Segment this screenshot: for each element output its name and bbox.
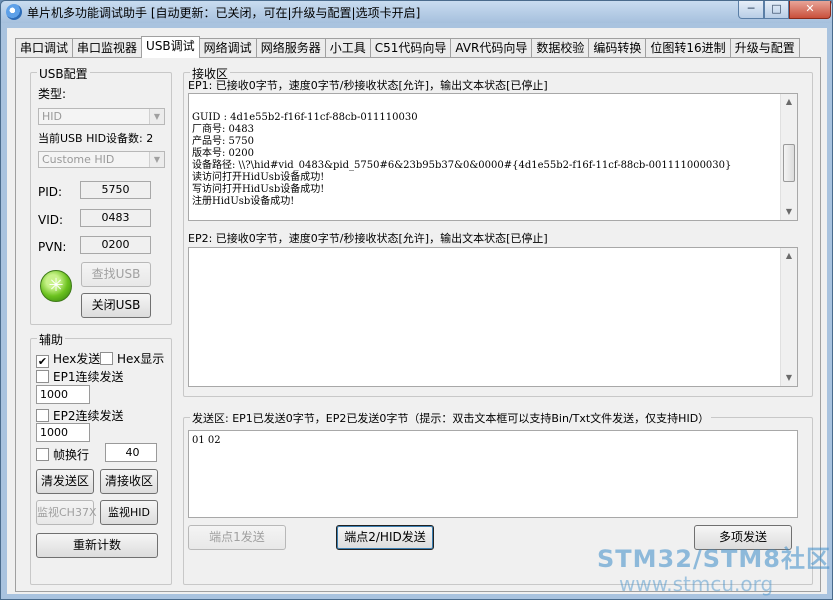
chevron-down-icon: ▼ [149, 152, 164, 167]
recount-button[interactable]: 重新计数 [36, 533, 158, 558]
pid-label: PID: [38, 185, 63, 199]
ep2-scrollbar[interactable]: ▲ ▼ [780, 248, 797, 386]
send-content: 01 02 [192, 435, 221, 446]
find-usb-button[interactable]: 查找USB [81, 262, 151, 287]
window-title: 单片机多功能调试助手 [自动更新：已关闭，可在|升级与配置|选项卡开启] [27, 6, 421, 20]
green-status-icon[interactable]: ✳ [40, 270, 72, 302]
ep1-line: 版本号: 0200 [192, 148, 254, 159]
type-select[interactable]: HID ▼ [38, 108, 165, 125]
chevron-down-icon: ▼ [149, 109, 164, 124]
tab-usb-debug[interactable]: USB调试 [141, 36, 200, 58]
app-window: 单片机多功能调试助手 [自动更新：已关闭，可在|升级与配置|选项卡开启] ─ □… [0, 0, 833, 600]
send-title: 发送区: EP1已发送0字节，EP2已发送0字节（提示：双击文本框可以支持Bin… [190, 410, 712, 426]
ep1-line: GUID : 4d1e55b2-f16f-11cf-88cb-011110030 [192, 112, 418, 123]
ep1-continuous-checkbox[interactable]: EP1连续发送 [36, 368, 123, 385]
hex-display-checkbox[interactable]: Hex显示 [100, 350, 164, 367]
ep1-continuous-label: EP1连续发送 [53, 370, 124, 384]
ep1-status: EP1: 已接收0字节，速度0字节/秒接收状态[允许]，输出文本状态[已停止] [188, 79, 548, 92]
ep1-send-button[interactable]: 端点1发送 [188, 525, 286, 550]
ep2-status: EP2: 已接收0字节，速度0字节/秒接收状态[允许]，输出文本状态[已停止] [188, 232, 548, 245]
ep1-scrollbar[interactable]: ▲ ▼ [780, 94, 797, 220]
frame-newline-label: 帧换行 [53, 448, 90, 462]
ep1-line [192, 100, 779, 112]
frame-newline-input[interactable]: 40 [105, 443, 157, 462]
watermark-url: www.stmcu.org [619, 572, 774, 596]
hex-send-label: Hex发送 [53, 352, 101, 366]
ep1-line: 厂商号: 0483 [192, 124, 254, 135]
tab-network-debug[interactable]: 网络调试 [198, 38, 257, 58]
ep1-line: 注册HidUsb设备成功! [192, 196, 295, 207]
pvn-value: 0200 [80, 236, 151, 254]
ep1-receive-text[interactable]: GUID : 4d1e55b2-f16f-11cf-88cb-011110030… [188, 93, 798, 221]
client-area: 串口调试 串口监视器 USB调试 网络调试 网络服务器 小工具 C51代码向导 … [7, 28, 827, 594]
frame-newline-checkbox[interactable]: 帧换行 [36, 446, 89, 463]
scroll-up-icon[interactable]: ▲ [781, 248, 797, 264]
app-icon [6, 4, 22, 20]
ep2-hid-send-button[interactable]: 端点2/HID发送 [336, 525, 434, 550]
tab-bitmap-hex[interactable]: 位图转16进制 [645, 38, 731, 58]
monitor-hid-button[interactable]: 监视HID [100, 500, 158, 525]
scroll-thumb[interactable] [783, 144, 795, 182]
tab-serial-debug[interactable]: 串口调试 [15, 38, 74, 58]
ep1-line: 产品号: 5750 [192, 136, 254, 147]
tab-strip: 串口调试 串口监视器 USB调试 网络调试 网络服务器 小工具 C51代码向导 … [15, 36, 800, 58]
vid-label: VID: [38, 213, 64, 227]
clear-recv-button[interactable]: 清接收区 [100, 469, 158, 494]
hex-display-label: Hex显示 [117, 352, 165, 366]
tab-avr-wizard[interactable]: AVR代码向导 [450, 38, 533, 58]
pid-value: 5750 [80, 181, 151, 199]
assist-group: 辅助 ✔ Hex发送 Hex显示 EP1连续发送 1000 EP2连续发送 100… [30, 331, 172, 585]
tab-data-check[interactable]: 数据校验 [531, 38, 590, 58]
ep1-lines: GUID : 4d1e55b2-f16f-11cf-88cb-011110030… [192, 100, 779, 208]
device-select-value: Custome HID [42, 153, 115, 166]
clear-send-button[interactable]: 清发送区 [36, 469, 94, 494]
device-select[interactable]: Custome HID ▼ [38, 151, 165, 168]
minimize-button[interactable]: ─ [738, 1, 764, 19]
receive-group: 接收区 EP1: 已接收0字节，速度0字节/秒接收状态[允许]，输出文本状态[已… [183, 65, 813, 397]
send-lines: 01 02 [192, 435, 779, 447]
ep1-line: 设备路径: \\?\hid#vid_0483&pid_5750#6&23b95b… [192, 160, 732, 171]
usb-debug-panel: USB配置 类型: HID ▼ 当前USB HID设备数: 2 Custome … [15, 57, 821, 592]
title-bar[interactable]: 单片机多功能调试助手 [自动更新：已关闭，可在|升级与配置|选项卡开启] ─ □… [1, 1, 832, 23]
watermark-title: STM32/STM8社区 [597, 545, 831, 573]
tab-small-tools[interactable]: 小工具 [324, 38, 371, 58]
ep2-interval-input[interactable]: 1000 [36, 423, 90, 442]
ep2-continuous-label: EP2连续发送 [53, 409, 124, 423]
scroll-down-icon[interactable]: ▼ [781, 370, 797, 386]
tab-c51-wizard[interactable]: C51代码向导 [369, 38, 452, 58]
send-text[interactable]: 01 02 [188, 430, 798, 518]
tab-network-server[interactable]: 网络服务器 [255, 38, 326, 58]
usb-config-group: USB配置 类型: HID ▼ 当前USB HID设备数: 2 Custome … [30, 65, 172, 325]
pvn-label: PVN: [38, 240, 67, 254]
vid-value: 0483 [80, 209, 151, 227]
ep2-receive-text[interactable]: ▲ ▼ [188, 247, 798, 387]
tab-upgrade-config[interactable]: 升级与配置 [729, 38, 800, 58]
monitor-ch37x-button[interactable]: 监视CH37X [36, 500, 97, 525]
ep1-interval-input[interactable]: 1000 [36, 385, 90, 404]
close-usb-button[interactable]: 关闭USB [81, 293, 151, 318]
ep1-line: 写访问打开HidUsb设备成功! [192, 184, 325, 195]
scroll-up-icon[interactable]: ▲ [781, 94, 797, 110]
tab-serial-monitor[interactable]: 串口监视器 [72, 38, 143, 58]
type-select-value: HID [42, 110, 62, 123]
checkmark-icon: ✔ [36, 355, 49, 368]
hex-send-checkbox[interactable]: ✔ Hex发送 [36, 350, 100, 368]
scroll-down-icon[interactable]: ▼ [781, 204, 797, 220]
close-button[interactable]: ✕ [789, 1, 831, 19]
assist-title: 辅助 [37, 331, 66, 348]
ep1-line: 读访问打开HidUsb设备成功! [192, 172, 325, 183]
watermark: STM32/STM8社区 www.stmcu.org [597, 539, 831, 596]
type-label: 类型: [38, 87, 67, 101]
maximize-button[interactable]: □ [764, 1, 789, 19]
tab-encoding[interactable]: 编码转换 [588, 38, 647, 58]
ep2-continuous-checkbox[interactable]: EP2连续发送 [36, 407, 123, 424]
device-count-label: 当前USB HID设备数: 2 [38, 132, 154, 145]
usb-config-title: USB配置 [37, 65, 90, 82]
